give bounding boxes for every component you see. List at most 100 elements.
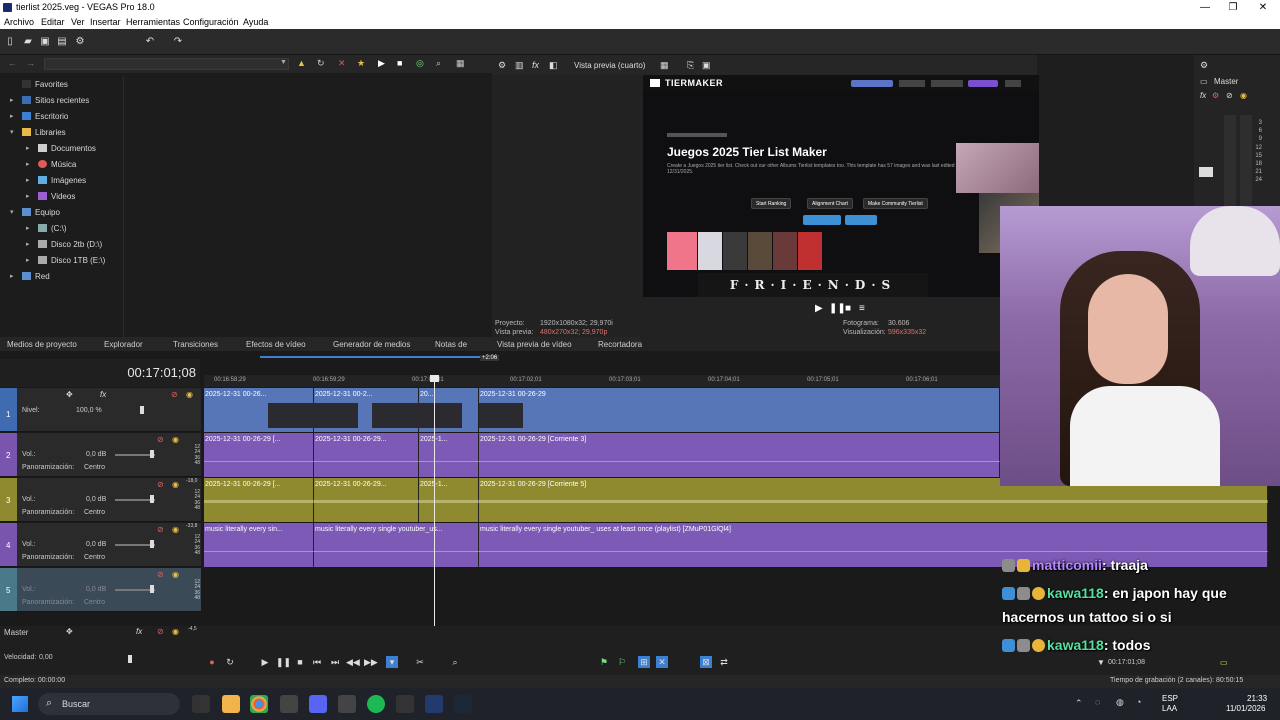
- audio-track-header[interactable]: 2 ⊘ ◉ Vol.: 0,0 dB Panoramización: Centr…: [0, 433, 201, 477]
- video-track-lane[interactable]: 2025-12-31 00-26... 2025-12-31 00-2... 2…: [204, 388, 1000, 432]
- snapping-icon[interactable]: ⊞: [638, 656, 650, 668]
- clock-time[interactable]: 21:33: [1247, 694, 1267, 703]
- tab-vista-previa-video[interactable]: Vista previa de vídeo: [497, 340, 572, 349]
- overlays-icon[interactable]: ▦: [660, 60, 669, 71]
- save-icon[interactable]: ▣: [39, 36, 51, 48]
- tree-escritorio[interactable]: Escritorio: [22, 112, 68, 121]
- preview-screen[interactable]: TIERMAKER Juegos 2025 Tier List Maker Cr…: [643, 75, 1039, 297]
- tree-drive-e[interactable]: Disco 1TB (E:\): [38, 256, 105, 265]
- lock-envelopes-icon[interactable]: ⇄: [718, 656, 730, 668]
- tab-efectos-video[interactable]: Efectos de vídeo: [246, 340, 306, 349]
- audio-clip[interactable]: music literally every single youtuber_us…: [314, 523, 479, 567]
- volume-fader-knob[interactable]: [150, 540, 154, 548]
- volume-fader-knob[interactable]: [150, 450, 154, 458]
- loop-icon[interactable]: ↻: [224, 656, 236, 668]
- language-indicator[interactable]: ESP: [1162, 694, 1178, 703]
- solo-icon[interactable]: ◉: [1240, 91, 1247, 100]
- mute-icon[interactable]: ⊘: [1226, 91, 1233, 100]
- auto-crossfade-icon[interactable]: ✕: [656, 656, 668, 668]
- solo-icon[interactable]: ◉: [172, 627, 179, 636]
- menu-insertar[interactable]: Insertar: [90, 17, 121, 27]
- pause-icon[interactable]: ❚❚: [276, 656, 291, 668]
- close-icon[interactable]: ✕: [1248, 0, 1278, 15]
- tree-drive-d[interactable]: Disco 2tb (D:\): [38, 240, 102, 249]
- audio-track-lane[interactable]: 2025-12-31 00-26-29 [... 2025-12-31 00-2…: [204, 433, 1000, 477]
- auto-preview-icon[interactable]: ◎: [416, 58, 424, 69]
- volume-fader[interactable]: [115, 589, 155, 591]
- back-arrow-icon[interactable]: ←: [8, 58, 17, 68]
- fx-icon[interactable]: fx: [1200, 91, 1206, 100]
- copy-snapshot-icon[interactable]: ⎘: [687, 60, 694, 71]
- compositing-icon[interactable]: ✥: [66, 627, 73, 636]
- search-icon[interactable]: ⌕: [436, 58, 441, 69]
- zoom-tool-icon[interactable]: ⌕: [449, 656, 461, 668]
- spotify-icon[interactable]: [367, 695, 385, 713]
- speaker-icon[interactable]: ◔: [1136, 697, 1141, 707]
- tab-medios-proyecto[interactable]: Medios de proyecto: [7, 340, 77, 349]
- envelope-tool-icon[interactable]: ✂: [414, 656, 426, 668]
- master-fader-knob[interactable]: [1199, 167, 1213, 177]
- obs-icon[interactable]: [280, 695, 298, 713]
- stop-icon[interactable]: ■: [294, 656, 306, 668]
- solo-icon[interactable]: ◉: [172, 435, 179, 444]
- stop-icon[interactable]: ■: [845, 303, 851, 314]
- volume-fader[interactable]: [115, 544, 155, 546]
- minimize-icon[interactable]: —: [1190, 0, 1220, 15]
- save-snapshot-icon[interactable]: ▣: [702, 60, 711, 71]
- next-frame-icon[interactable]: ▶▶: [364, 656, 378, 668]
- keyboard-layout[interactable]: LAA: [1162, 704, 1177, 713]
- expand-arrow-icon[interactable]: ▸: [26, 240, 30, 248]
- tree-imagenes[interactable]: Imágenes: [38, 176, 86, 185]
- play-icon[interactable]: ▶: [259, 656, 271, 668]
- menu-archivo[interactable]: Archivo: [4, 17, 34, 27]
- expand-arrow-icon[interactable]: ▸: [26, 256, 30, 264]
- menu-icon[interactable]: ≡: [859, 303, 865, 314]
- file-explorer-icon[interactable]: [222, 695, 240, 713]
- delete-icon[interactable]: ✕: [338, 58, 346, 69]
- tree-libraries[interactable]: Libraries: [22, 128, 66, 137]
- fx-icon[interactable]: fx: [136, 627, 142, 636]
- timeline-scroll-indicator[interactable]: [260, 356, 480, 358]
- tree-recent[interactable]: Sitios recientes: [22, 96, 89, 105]
- maximize-icon[interactable]: ❐: [1218, 0, 1248, 15]
- new-project-icon[interactable]: ▯: [4, 36, 16, 48]
- auto-ripple-icon[interactable]: ⊠: [700, 656, 712, 668]
- mute-icon[interactable]: ⊘: [157, 525, 164, 534]
- task-view-icon[interactable]: [192, 695, 210, 713]
- save-as-icon[interactable]: ▤: [56, 36, 68, 48]
- tray-chevron-icon[interactable]: ⌃: [1075, 698, 1083, 709]
- windows-start-icon[interactable]: [12, 696, 28, 712]
- mute-icon[interactable]: ⊘: [157, 627, 164, 636]
- chrome-icon[interactable]: [250, 695, 268, 713]
- stop-icon[interactable]: ■: [397, 58, 402, 68]
- tree-drive-c[interactable]: (C:\): [38, 224, 67, 233]
- compositing-icon[interactable]: ✥: [66, 390, 73, 399]
- tree-equipo[interactable]: Equipo: [22, 208, 60, 217]
- tree-documentos[interactable]: Documentos: [38, 144, 96, 153]
- play-icon[interactable]: ▶: [378, 58, 385, 69]
- views-icon[interactable]: ▦: [456, 58, 465, 69]
- mute-icon[interactable]: ⊘: [157, 480, 164, 489]
- audio-clip[interactable]: 2025-12-31 00-26-29 [...: [204, 433, 314, 477]
- vegas-taskbar-icon[interactable]: [425, 695, 443, 713]
- menu-ver[interactable]: Ver: [71, 17, 85, 27]
- menu-herramientas[interactable]: Herramientas: [126, 17, 180, 27]
- expand-arrow-icon[interactable]: ▸: [10, 112, 14, 120]
- preview-quality-icon[interactable]: ◧: [549, 60, 558, 71]
- discord-icon[interactable]: [309, 695, 327, 713]
- taskbar-search-box[interactable]: ⌕ Buscar: [38, 693, 180, 715]
- split-screen-icon[interactable]: ▥: [515, 60, 524, 71]
- expand-arrow-icon[interactable]: ▸: [26, 176, 30, 184]
- audio-track-header[interactable]: 5 ⊘ ◉ Vol.: 0,0 dB Panoramización: Centr…: [0, 568, 201, 612]
- marker-icon[interactable]: ⚑: [598, 656, 610, 668]
- tab-notas[interactable]: Notas de: [435, 340, 467, 349]
- audio-track-header[interactable]: 4 ⊘ ◉ -33,8 Vol.: 0,0 dB Panoramización:…: [0, 523, 201, 567]
- redo-icon[interactable]: ↷: [172, 36, 184, 48]
- tree-videos[interactable]: Videos: [38, 192, 75, 201]
- collapse-arrow-icon[interactable]: ▾: [10, 128, 14, 136]
- region-icon[interactable]: ⚐: [616, 656, 628, 668]
- playhead-line[interactable]: [434, 375, 435, 627]
- pause-icon[interactable]: ❚❚: [829, 303, 846, 314]
- audio-track-header[interactable]: 3 ⊘ ◉ -18,0 Vol.: 0,0 dB Panoramización:…: [0, 478, 201, 522]
- gear-icon[interactable]: ⚙: [498, 60, 506, 71]
